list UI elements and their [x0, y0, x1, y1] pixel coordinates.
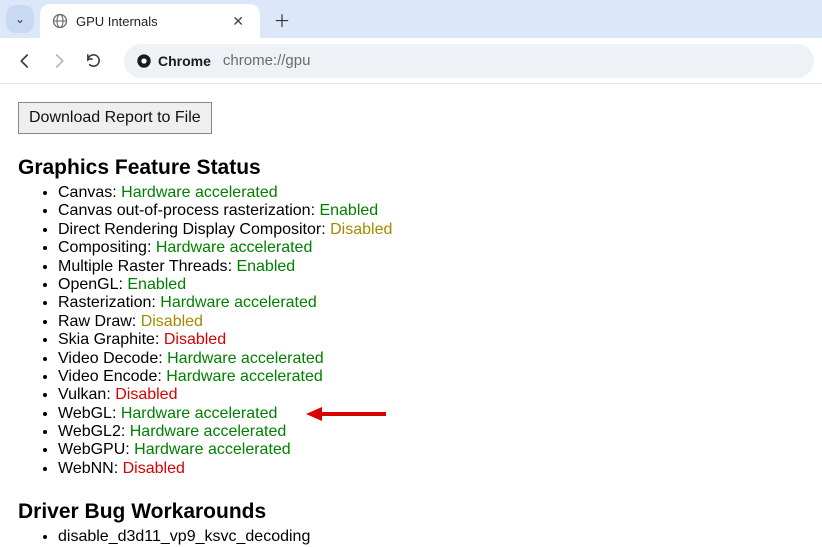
feature-name: Video Encode [58, 368, 157, 385]
list-item: Rasterization: Hardware accelerated [58, 294, 804, 312]
list-item: disable_d3d11_vp9_ksvc_decoding [58, 528, 804, 546]
back-button[interactable] [8, 44, 42, 78]
feature-name: Canvas [58, 184, 112, 201]
feature-status: Hardware accelerated [134, 441, 291, 458]
list-item: Multiple Raster Threads: Enabled [58, 258, 804, 276]
list-item: WebGL2: Hardware accelerated [58, 423, 804, 441]
feature-name: WebGL2 [58, 423, 121, 440]
driver-workarounds-list: disable_d3d11_vp9_ksvc_decoding [18, 528, 804, 546]
feature-status: Disabled [115, 386, 177, 403]
feature-status: Hardware accelerated [167, 350, 324, 367]
address-bar[interactable]: Chrome chrome://gpu [124, 44, 814, 78]
close-icon[interactable]: ✕ [228, 13, 248, 30]
list-item: Canvas out-of-process rasterization: Ena… [58, 202, 804, 220]
site-info-label: Chrome [158, 53, 211, 69]
chevron-down-icon: ⌄ [15, 12, 25, 26]
tab-search-dropdown[interactable]: ⌄ [6, 5, 34, 33]
list-item: Compositing: Hardware accelerated [58, 239, 804, 257]
feature-status: Disabled [123, 460, 185, 477]
arrow-annotation-icon [306, 404, 386, 424]
reload-button[interactable] [76, 44, 110, 78]
tab-title: GPU Internals [76, 14, 228, 29]
list-item: WebGL: Hardware accelerated [58, 405, 804, 423]
list-item: Canvas: Hardware accelerated [58, 184, 804, 202]
feature-status: Hardware accelerated [156, 239, 313, 256]
list-item: OpenGL: Enabled [58, 276, 804, 294]
feature-status: Hardware accelerated [130, 423, 287, 440]
feature-status: Hardware accelerated [160, 294, 317, 311]
list-item: Video Encode: Hardware accelerated [58, 368, 804, 386]
tab-bar: ⌄ GPU Internals ✕ ＋ [0, 0, 822, 38]
feature-status: Enabled [319, 202, 378, 219]
list-item: Skia Graphite: Disabled [58, 331, 804, 349]
active-tab[interactable]: GPU Internals ✕ [40, 4, 260, 38]
graphics-feature-list: Canvas: Hardware acceleratedCanvas out-o… [18, 184, 804, 478]
feature-status: Enabled [127, 276, 186, 293]
feature-name: WebNN [58, 460, 114, 477]
new-tab-button[interactable]: ＋ [268, 5, 296, 33]
feature-name: Skia Graphite [58, 331, 155, 348]
site-info-chip[interactable]: Chrome [136, 53, 223, 69]
feature-name: Direct Rendering Display Compositor [58, 221, 321, 238]
graphics-feature-status-heading: Graphics Feature Status [18, 156, 804, 180]
feature-status: Hardware accelerated [166, 368, 323, 385]
feature-name: WebGL [58, 405, 112, 422]
feature-status: Disabled [141, 313, 203, 330]
feature-name: Multiple Raster Threads [58, 258, 228, 275]
forward-button[interactable] [42, 44, 76, 78]
browser-chrome: ⌄ GPU Internals ✕ ＋ Chrome chrome://gpu [0, 0, 822, 84]
feature-status: Disabled [330, 221, 392, 238]
feature-name: OpenGL [58, 276, 118, 293]
list-item: WebGPU: Hardware accelerated [58, 441, 804, 459]
feature-status: Hardware accelerated [121, 184, 278, 201]
page-content: Download Report to File Graphics Feature… [0, 84, 822, 547]
list-item: Direct Rendering Display Compositor: Dis… [58, 221, 804, 239]
driver-bug-workarounds-heading: Driver Bug Workarounds [18, 500, 804, 524]
feature-status: Enabled [236, 258, 295, 275]
list-item: Raw Draw: Disabled [58, 313, 804, 331]
toolbar: Chrome chrome://gpu [0, 38, 822, 84]
feature-name: Vulkan [58, 386, 106, 403]
feature-name: Raw Draw [58, 313, 132, 330]
chrome-icon [136, 53, 152, 69]
feature-name: Rasterization [58, 294, 151, 311]
list-item: Vulkan: Disabled [58, 386, 804, 404]
feature-name: Video Decode [58, 350, 158, 367]
feature-name: WebGPU [58, 441, 125, 458]
feature-name: Canvas out-of-process rasterization [58, 202, 311, 219]
url-text: chrome://gpu [223, 52, 311, 69]
list-item: WebNN: Disabled [58, 460, 804, 478]
feature-status: Disabled [164, 331, 226, 348]
globe-icon [52, 13, 68, 29]
download-report-button[interactable]: Download Report to File [18, 102, 212, 134]
feature-name: Compositing [58, 239, 147, 256]
feature-status: Hardware accelerated [121, 405, 278, 422]
list-item: Video Decode: Hardware accelerated [58, 350, 804, 368]
